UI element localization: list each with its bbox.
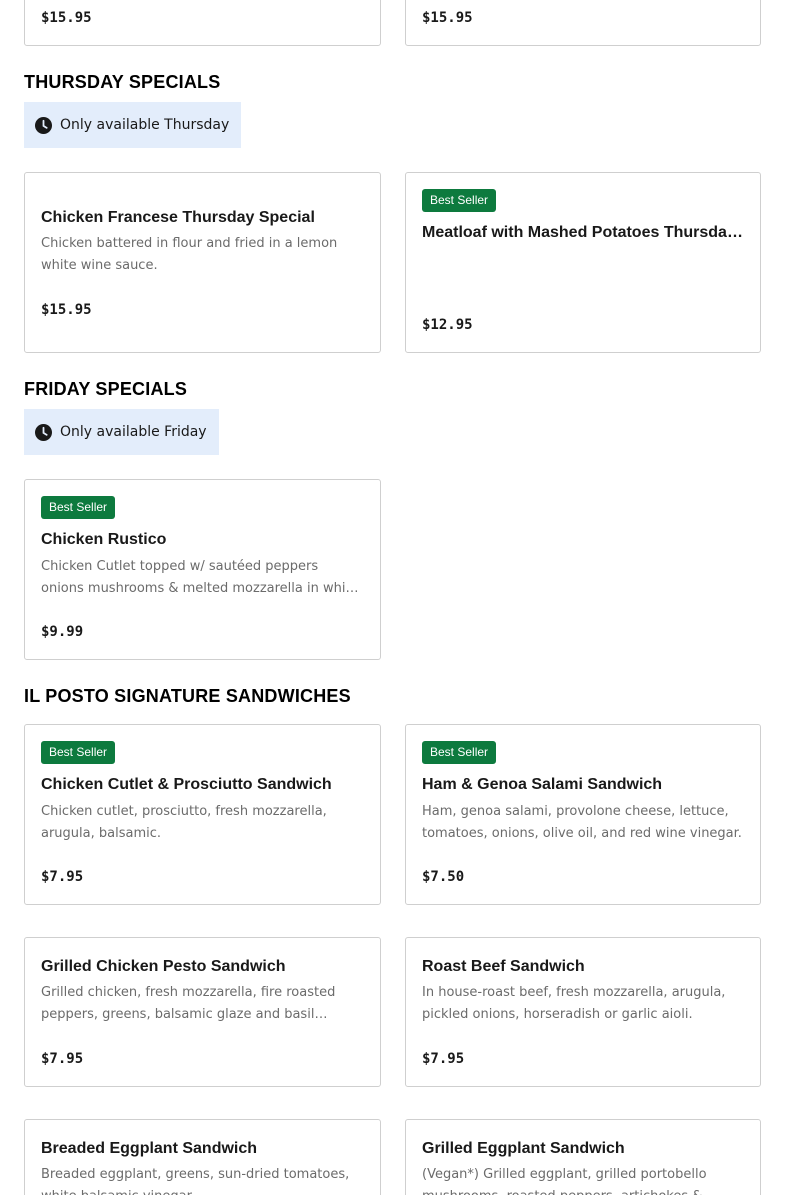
section-title-thursday: THURSDAY SPECIALS <box>24 72 221 92</box>
menu-item-card[interactable]: Grilled Eggplant Sandwich (Vegan*) Grill… <box>405 1119 761 1195</box>
menu-item-card[interactable]: Grilled Chicken Pesto Sandwich Grilled c… <box>24 937 381 1087</box>
menu-item-card[interactable]: Best Seller Ham & Genoa Salami Sandwich … <box>405 724 761 905</box>
clock-icon <box>35 116 52 134</box>
item-description: Ham, genoa salami, provolone cheese, let… <box>422 804 742 841</box>
item-description: Breaded eggplant, greens, sun-dried toma… <box>41 1167 350 1195</box>
best-seller-badge: Best Seller <box>422 189 497 212</box>
item-name: Grilled Chicken Pesto Sandwich <box>41 958 286 975</box>
menu-item-card[interactable]: $15.95 <box>24 0 381 46</box>
menu-item-card[interactable]: Best Seller Chicken Cutlet & Prosciutto … <box>24 724 381 905</box>
menu-item-card[interactable]: Breaded Eggplant Sandwich Breaded eggpla… <box>24 1119 381 1195</box>
item-name: Ham & Genoa Salami Sandwich <box>422 776 663 793</box>
item-name: Meatloaf with Mashed Potatoes Thursday..… <box>422 224 746 241</box>
section-title-friday: FRIDAY SPECIALS <box>24 379 188 399</box>
item-description: Chicken battered in flour and fried in a… <box>41 236 338 273</box>
item-price: $15.95 <box>41 10 92 26</box>
availability-banner-friday: Only available Friday <box>24 409 219 455</box>
best-seller-badge: Best Seller <box>422 741 497 764</box>
best-seller-badge: Best Seller <box>41 741 116 764</box>
menu-item-card[interactable]: Best Seller Meatloaf with Mashed Potatoe… <box>405 172 761 353</box>
item-description: Grilled chicken, fresh mozzarella, fire … <box>41 985 336 1022</box>
menu-item-card[interactable]: Roast Beef Sandwich In house-roast beef,… <box>405 937 761 1087</box>
item-price: $9.99 <box>41 624 84 640</box>
item-description: In house-roast beef, fresh mozzarella, a… <box>422 985 726 1022</box>
item-name: Breaded Eggplant Sandwich <box>41 1140 258 1157</box>
item-name: Chicken Cutlet & Prosciutto Sandwich <box>41 776 332 793</box>
item-price: $7.95 <box>41 1051 84 1067</box>
item-name: Chicken Francese Thursday Special <box>41 209 315 226</box>
availability-text: Only available Friday <box>60 424 207 440</box>
menu-item-card[interactable]: Chicken Francese Thursday Special Chicke… <box>24 172 381 353</box>
section-title-sandwiches: IL POSTO SIGNATURE SANDWICHES <box>24 686 351 706</box>
item-description: Chicken Cutlet topped w/ sautéed peppers… <box>41 559 359 596</box>
best-seller-badge: Best Seller <box>41 496 116 519</box>
item-price: $7.95 <box>41 869 84 885</box>
item-price: $7.95 <box>422 1051 465 1067</box>
item-price: $15.95 <box>422 10 473 26</box>
menu-item-card[interactable]: $15.95 <box>405 0 761 46</box>
item-name: Chicken Rustico <box>41 531 167 548</box>
availability-text: Only available Thursday <box>60 117 230 133</box>
item-price: $12.95 <box>422 317 473 333</box>
item-price: $7.50 <box>422 869 465 885</box>
item-description: (Vegan*) Grilled eggplant, grilled porto… <box>422 1167 707 1195</box>
item-price: $15.95 <box>41 302 92 318</box>
clock-icon <box>35 423 52 441</box>
availability-banner-thursday: Only available Thursday <box>24 102 242 148</box>
item-name: Grilled Eggplant Sandwich <box>422 1140 625 1157</box>
item-name: Roast Beef Sandwich <box>422 958 585 975</box>
menu-item-card[interactable]: Best Seller Chicken Rustico Chicken Cutl… <box>24 479 381 660</box>
item-description: Chicken cutlet, prosciutto, fresh mozzar… <box>41 804 327 841</box>
